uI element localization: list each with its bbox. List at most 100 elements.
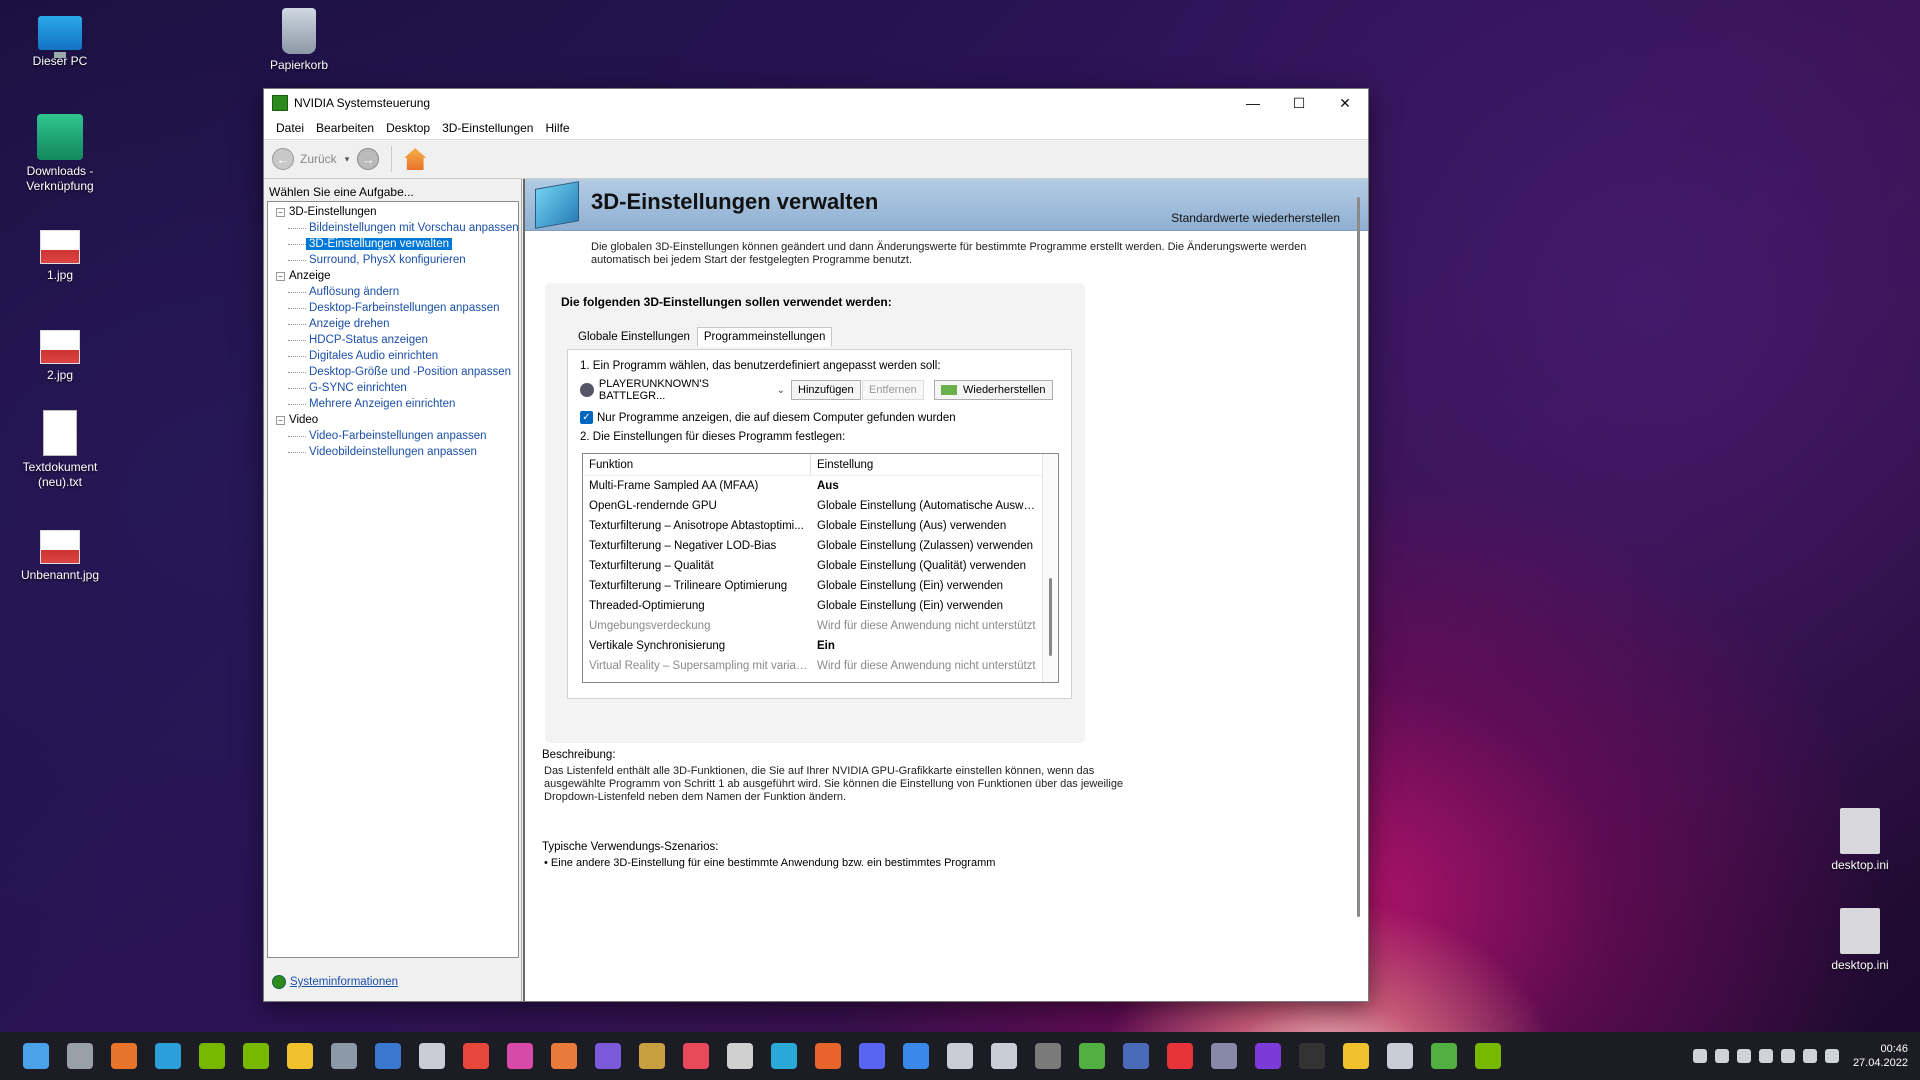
file-explorer-icon[interactable] [287,1043,313,1069]
desktop-icon-dieser-pc[interactable]: Dieser PC [8,10,112,69]
tree-item-3d-verwalten[interactable]: 3D-Einstellungen verwalten [268,236,518,252]
nvidia-icon[interactable] [243,1043,269,1069]
store-icon[interactable] [375,1043,401,1069]
clock[interactable]: 00:46 27.04.2022 [1853,1042,1908,1070]
ubisoft-icon[interactable] [1211,1043,1237,1069]
back-arrow-icon[interactable]: ← [272,148,294,170]
checkmark-icon[interactable]: ✓ [580,411,593,424]
nvidia-icon[interactable] [1475,1043,1501,1069]
grid-scrollbar[interactable] [1042,454,1058,682]
history-dropdown[interactable]: ▾ [345,154,350,165]
menu-hilfe[interactable]: Hilfe [539,121,575,135]
collapse-icon[interactable]: − [276,207,285,217]
table-row[interactable]: Texturfilterung – Trilineare Optimierung… [583,576,1058,596]
program-dropdown[interactable]: PLAYERUNKNOWN'S BATTLEGR... ⌄ [580,378,785,402]
table-row[interactable]: Texturfilterung – Negativer LOD-Bias Glob… [583,536,1058,556]
table-row[interactable]: Threaded-Optimierung Globale Einstellung … [583,596,1058,616]
app-icon[interactable] [507,1043,533,1069]
tree-item-mehrere-anzeigen[interactable]: Mehrere Anzeigen einrichten [268,396,518,412]
system-info-link[interactable]: Systeminformationen [272,975,398,989]
column-header-funktion[interactable]: Funktion [583,454,811,475]
xbox-icon[interactable] [1079,1043,1105,1069]
table-row[interactable]: Virtual Reality – Supersampling mit vari… [583,656,1058,676]
desktop-icon-desktop-ini-1[interactable]: desktop.ini [1808,808,1912,873]
collapse-icon[interactable]: − [276,271,285,281]
remove-button[interactable]: Entfernen [862,380,924,400]
firefox-icon[interactable] [815,1043,841,1069]
tree-item-aufloesung[interactable]: Auflösung ändern [268,284,518,300]
steam-icon[interactable] [419,1043,445,1069]
network-icon[interactable] [1692,1049,1707,1063]
app-tray-icon[interactable] [1736,1049,1751,1063]
content-scrollbar[interactable] [1357,197,1360,917]
tree-item-bildeinstellungen[interactable]: Bildeinstellungen mit Vorschau anpassen [268,220,519,236]
app-icon[interactable] [595,1043,621,1069]
epic-icon[interactable] [1299,1043,1325,1069]
tree-item-farbeinstellungen[interactable]: Desktop-Farbeinstellungen anpassen [268,300,518,316]
restore-defaults-link[interactable]: Standardwerte wiederherstellen [1171,211,1340,225]
app-icon[interactable] [1123,1043,1149,1069]
tree-category-anzeige[interactable]: − Anzeige [268,268,518,284]
security-icon[interactable] [1780,1049,1795,1063]
menu-desktop[interactable]: Desktop [380,121,436,135]
app-icon[interactable] [683,1043,709,1069]
show-found-programs-checkbox[interactable]: ✓ Nur Programme anzeigen, die auf diesem… [580,411,956,424]
app-icon[interactable] [155,1043,181,1069]
restore-button[interactable]: Wiederherstellen [934,380,1053,400]
app-icon[interactable] [463,1043,489,1069]
tree-item-anzeige-drehen[interactable]: Anzeige drehen [268,316,518,332]
row-setting[interactable]: Wird für diese Anwendung nicht unterstüt… [811,616,1037,636]
app-icon[interactable] [1255,1043,1281,1069]
column-header-einstellung[interactable]: Einstellung [811,454,873,475]
app-icon[interactable] [551,1043,577,1069]
row-setting[interactable]: Aus [811,476,1037,496]
tree-item-desktop-groesse[interactable]: Desktop-Größe und -Position anpassen [268,364,518,380]
discord-icon[interactable] [859,1043,885,1069]
table-row[interactable]: Texturfilterung – Qualität Globale Einste… [583,556,1058,576]
video-icon[interactable] [947,1043,973,1069]
forward-arrow-icon[interactable]: → [357,148,380,170]
minimize-button[interactable]: — [1230,89,1276,117]
row-setting[interactable]: Globale Einstellung (Qualität) verwenden [811,556,1037,576]
desktop-icon-papierkorb[interactable]: Papierkorb [247,8,351,73]
video-icon[interactable] [991,1043,1017,1069]
add-button[interactable]: Hinzufügen [791,380,861,400]
adobe-icon[interactable] [111,1043,137,1069]
app-icon[interactable] [639,1043,665,1069]
rockstar-icon[interactable] [1343,1043,1369,1069]
start-icon[interactable] [23,1043,49,1069]
onedrive-icon[interactable] [1758,1049,1773,1063]
row-setting[interactable]: Globale Einstellung (Zulassen) verwenden [811,536,1037,556]
maximize-button[interactable]: ☐ [1276,89,1322,117]
desktop-icon-downloads[interactable]: Downloads - Verknüpfung [8,114,112,194]
home-icon[interactable] [404,148,427,170]
grid-scroll-thumb[interactable] [1049,578,1052,656]
tree-item-hdcp[interactable]: HDCP-Status anzeigen [268,332,518,348]
app-tray-icon[interactable] [1714,1049,1729,1063]
tab-global[interactable]: Globale Einstellungen [571,327,697,347]
search-icon[interactable] [903,1043,929,1069]
row-setting[interactable]: Globale Einstellung (Automatische Auswah… [811,496,1037,516]
row-setting[interactable]: Wird für diese Anwendung nicht unterstüt… [811,656,1037,676]
desktop-icon-1-jpg[interactable]: 1.jpg [8,222,112,283]
volume-icon[interactable] [1824,1049,1839,1063]
close-button[interactable]: ✕ [1322,89,1368,117]
row-setting[interactable]: Ein [811,636,1037,656]
settings-icon[interactable] [331,1043,357,1069]
menu-bearbeiten[interactable]: Bearbeiten [310,121,380,135]
app-icon[interactable] [727,1043,753,1069]
menu-datei[interactable]: Datei [270,121,310,135]
app-icon[interactable] [1431,1043,1457,1069]
desktop-icon-textdokument[interactable]: Textdokument (neu).txt [8,410,112,490]
menu-3d-einstellungen[interactable]: 3D-Einstellungen [436,121,539,135]
title-bar[interactable]: NVIDIA Systemsteuerung — ☐ ✕ [264,89,1368,117]
desktop-icon-desktop-ini-2[interactable]: desktop.ini [1808,908,1912,973]
ea-icon[interactable] [1167,1043,1193,1069]
tree-item-gsync[interactable]: G-SYNC einrichten [268,380,518,396]
steam-icon[interactable] [1387,1043,1413,1069]
table-row[interactable]: Texturfilterung – Anisotrope Abtastoptim… [583,516,1058,536]
taskview-icon[interactable] [67,1043,93,1069]
table-row[interactable]: OpenGL-rendernde GPU Globale Einstellung … [583,496,1058,516]
table-row[interactable]: Vertikale Synchronisierung Ein [583,636,1058,656]
tree-category-3d[interactable]: −3D-Einstellungen [268,204,518,220]
